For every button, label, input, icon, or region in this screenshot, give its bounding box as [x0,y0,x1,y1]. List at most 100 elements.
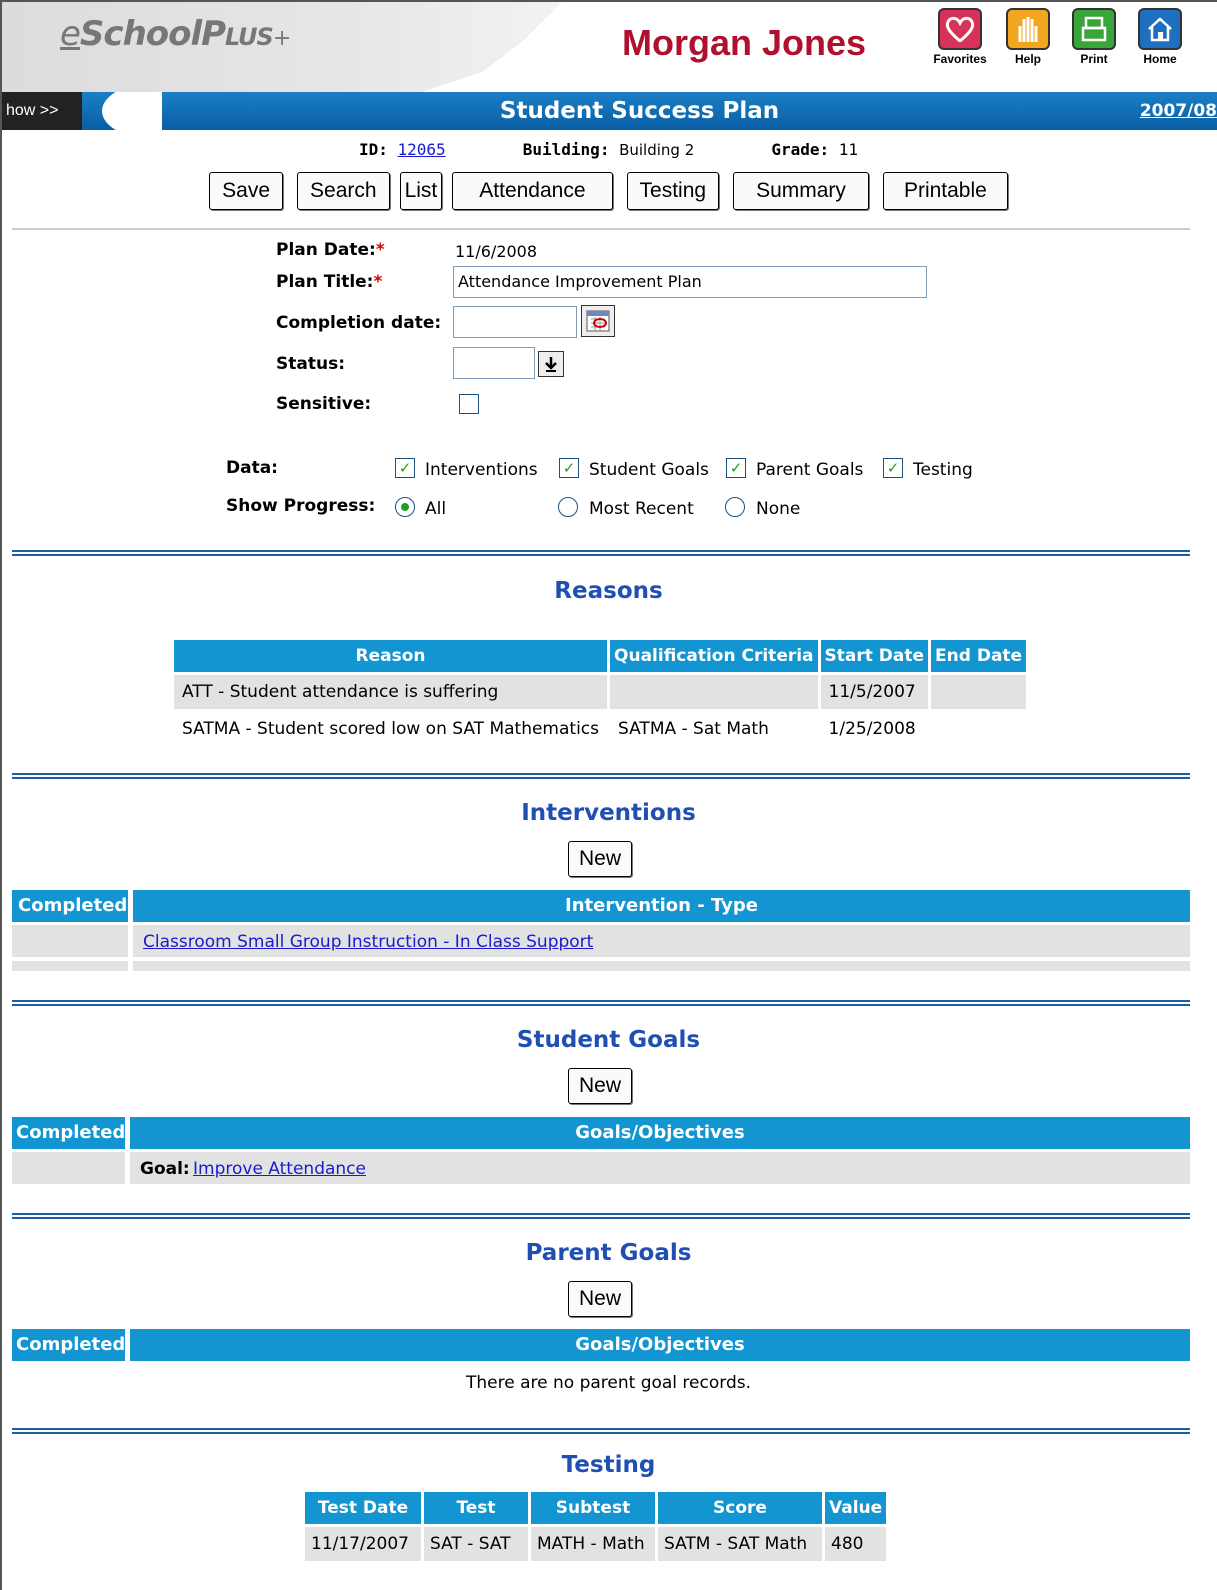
help-button[interactable]: Help [998,8,1058,66]
completed-header[interactable]: Completed [16,1117,125,1149]
goals-objectives-header[interactable]: Goals/Objectives [130,1117,1190,1149]
printable-button[interactable]: Printable [882,172,1008,210]
attendance-button[interactable]: Attendance [452,172,613,210]
logo-school: School [79,14,202,54]
favorites-label: Favorites [933,52,987,66]
data-label: Data: [226,458,278,478]
reason-header[interactable]: Reason [174,640,608,672]
logo-e: e [60,14,81,54]
new-student-goal-button[interactable]: New [568,1068,632,1104]
table-row[interactable]: ATT - Student attendance is suffering 11… [174,675,1027,709]
required-mark: * [375,240,385,260]
reasons-table: Reason Qualification Criteria Start Date… [171,637,1029,749]
progress-all-radio[interactable] [395,497,415,517]
goals-objectives-header[interactable]: Goals/Objectives [130,1329,1190,1361]
parent-goals-checkbox[interactable]: ✓ [726,458,746,478]
intervention-row-spacer [12,961,1190,971]
interventions-checkbox[interactable]: ✓ [395,458,415,478]
test-date-cell: 11/17/2007 [305,1527,421,1561]
calendar-icon[interactable] [581,305,615,337]
empty-parent-goals-message: There are no parent goal records. [466,1373,751,1393]
section-divider [12,773,1190,779]
grade-value: 11 [838,140,859,159]
plan-date-label: Plan Date:* [276,240,385,260]
summary-button[interactable]: Summary [733,172,869,210]
start-date-cell: 11/5/2007 [820,675,929,709]
id-label: ID: [358,140,388,159]
testing-table: Test Date Test Subtest Score Value 11/17… [302,1489,889,1564]
completion-date-label: Completion date: [276,313,442,333]
section-divider [12,1213,1190,1219]
test-header[interactable]: Test [424,1492,528,1524]
student-goal-row[interactable]: Goal: Improve Attendance [12,1152,1190,1184]
student-goals-checkbox[interactable]: ✓ [559,458,579,478]
goal-label: Goal: [140,1159,190,1179]
plan-title-input[interactable]: Attendance Improvement Plan [453,266,927,298]
dropdown-arrow-icon[interactable] [538,351,564,377]
intervention-type-header[interactable]: Intervention - Type [133,890,1190,922]
toolbar: Save Search List Attendance Testing Summ… [0,172,1217,210]
print-button[interactable]: Print [1064,8,1124,66]
eschoolplus-logo[interactable]: eSchoolPlus+ [60,14,291,54]
list-button[interactable]: List [399,172,443,210]
app-header: eSchoolPlus+ Morgan Jones Favorites Help… [2,2,1217,92]
column-divider [128,961,133,971]
score-cell: SATM - SAT Math [658,1527,822,1561]
favorites-button[interactable]: Favorites [930,8,990,66]
test-date-header[interactable]: Test Date [305,1492,421,1524]
testing-button[interactable]: Testing [626,172,720,210]
testing-option-label: Testing [913,460,973,480]
value-cell: 480 [825,1527,887,1561]
parent-goals-title: Parent Goals [525,1240,692,1266]
completed-header[interactable]: Completed [18,890,127,922]
testing-title: Testing [561,1452,656,1478]
status-label: Status: [276,354,345,374]
search-button[interactable]: Search [297,172,390,210]
student-id-link[interactable]: 12065 [398,140,446,159]
student-goals-option-label: Student Goals [589,460,709,480]
parent-goals-option-label: Parent Goals [756,460,864,480]
qualification-criteria-header[interactable]: Qualification Criteria [610,640,818,672]
table-row[interactable]: 11/17/2007 SAT - SAT MATH - Math SATM - … [305,1527,887,1561]
student-name: Morgan Jones [622,22,867,63]
save-button[interactable]: Save [209,172,284,210]
completion-date-input[interactable] [453,306,577,338]
printer-icon [1072,8,1116,50]
value-header[interactable]: Value [825,1492,887,1524]
reasons-title: Reasons [554,578,663,604]
student-goals-header-row: Completed Goals/Objectives [12,1117,1190,1149]
testing-checkbox[interactable]: ✓ [883,458,903,478]
score-header[interactable]: Score [658,1492,822,1524]
intervention-row[interactable]: Classroom Small Group Instruction - In C… [12,925,1190,957]
sensitive-checkbox[interactable] [459,394,479,414]
completed-header[interactable]: Completed [16,1329,125,1361]
page-title: Student Success Plan [499,98,780,124]
show-progress-label: Show Progress: [226,496,376,516]
start-date-header[interactable]: Start Date [820,640,929,672]
building-value: Building 2 [619,141,695,159]
progress-none-label: None [756,499,801,519]
school-year-link[interactable]: 2007/08 [1140,92,1217,130]
status-select[interactable] [453,347,535,379]
table-row[interactable]: SATMA - Student scored low on SAT Mathem… [174,712,1026,746]
end-date-header[interactable]: End Date [931,640,1027,672]
new-parent-goal-button[interactable]: New [568,1281,632,1317]
intervention-link[interactable]: Classroom Small Group Instruction - In C… [143,925,593,959]
home-button[interactable]: Home [1130,8,1190,66]
goal-link[interactable]: Improve Attendance [193,1152,366,1186]
building-label: Building: [522,140,610,159]
student-goals-title: Student Goals [516,1027,701,1053]
end-date-cell [931,675,1027,709]
progress-none-radio[interactable] [725,497,745,517]
subtest-header[interactable]: Subtest [531,1492,655,1524]
help-label: Help [1014,52,1041,66]
new-intervention-button[interactable]: New [568,841,632,877]
divider [12,228,1190,231]
section-divider [12,550,1190,556]
interventions-header-row: Completed Intervention - Type [12,890,1190,922]
progress-most-recent-radio[interactable] [558,497,578,517]
house-icon [1138,8,1182,50]
subtest-cell: MATH - Math [531,1527,655,1561]
home-label: Home [1143,52,1177,66]
student-info-row: ID: 12065 Building: Building 2 Grade: 11 [0,140,1217,159]
